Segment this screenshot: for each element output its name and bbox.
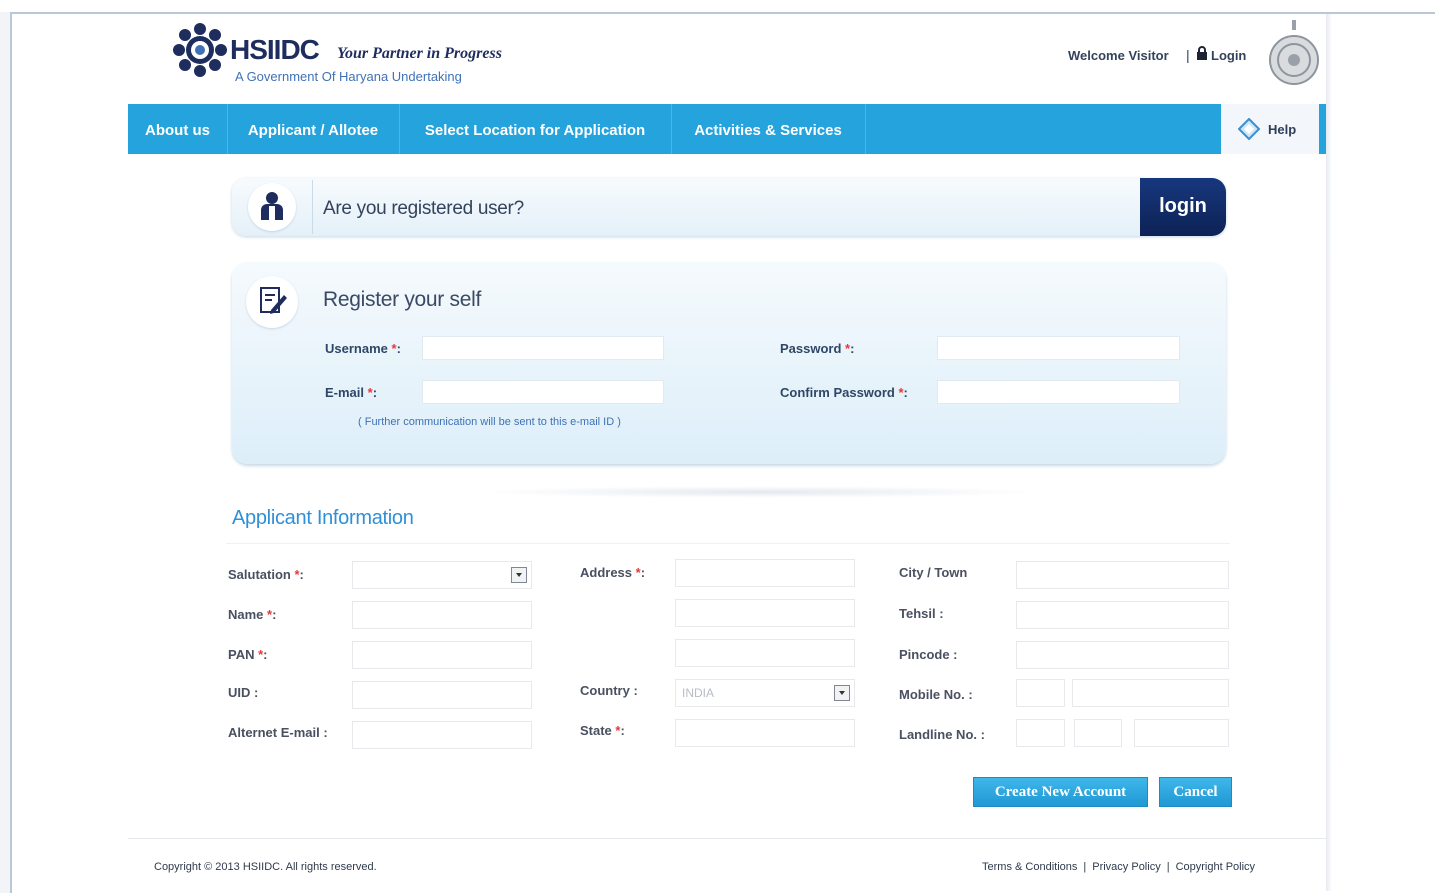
name-label-text: Name bbox=[228, 607, 264, 622]
email-input[interactable] bbox=[422, 380, 664, 404]
label-suffix: : bbox=[640, 565, 646, 580]
salutation-select[interactable] bbox=[352, 561, 532, 589]
help-accent-bar bbox=[1319, 104, 1326, 154]
confirm-password-input[interactable] bbox=[937, 380, 1180, 404]
pan-input[interactable] bbox=[352, 641, 532, 669]
footer-links: Terms & Conditions | Privacy Policy | Copyri… bbox=[982, 861, 1255, 873]
salutation-label-text: Salutation bbox=[228, 567, 291, 582]
landline-std-code-input[interactable] bbox=[1074, 719, 1122, 747]
nav-about-us[interactable]: About us bbox=[128, 104, 228, 154]
email-label-text: E-mail bbox=[325, 385, 365, 400]
pincode-label: Pincode : bbox=[899, 647, 958, 662]
username-label-text: Username bbox=[325, 341, 388, 356]
pan-label: PAN *: bbox=[228, 647, 268, 662]
cancel-button[interactable]: Cancel bbox=[1159, 777, 1232, 807]
landline-number-input[interactable] bbox=[1134, 719, 1229, 747]
mobile-code-input[interactable] bbox=[1016, 679, 1065, 707]
copyright-text: Copyright © 2013 HSIIDC. All rights rese… bbox=[154, 861, 377, 873]
privacy-policy-link[interactable]: Privacy Policy bbox=[1092, 861, 1160, 873]
landline-label: Landline No. : bbox=[899, 727, 985, 742]
address-label-text: Address bbox=[580, 565, 633, 580]
edit-form-icon bbox=[260, 287, 287, 314]
help-label: Help bbox=[1268, 122, 1297, 137]
footer-separator: | bbox=[1166, 861, 1170, 873]
country-label: Country : bbox=[580, 683, 638, 698]
create-account-button[interactable]: Create New Account bbox=[973, 777, 1148, 807]
alternate-email-input[interactable] bbox=[352, 721, 532, 749]
page-shadow bbox=[1326, 14, 1332, 891]
city-label: City / Town bbox=[899, 565, 968, 580]
brand-subtitle: A Government Of Haryana Undertaking bbox=[235, 69, 462, 84]
email-note: ( Further communication will be sent to … bbox=[358, 416, 621, 428]
help-icon bbox=[1238, 118, 1260, 140]
state-input[interactable] bbox=[675, 719, 855, 747]
register-title: Register your self bbox=[323, 288, 481, 311]
label-suffix: : bbox=[850, 341, 855, 356]
salutation-label: Salutation *: bbox=[228, 567, 304, 582]
state-label-text: State bbox=[580, 723, 612, 738]
footer-divider bbox=[128, 838, 1326, 839]
address-line1-input[interactable] bbox=[675, 559, 855, 587]
address-label: Address *: bbox=[580, 565, 645, 580]
tehsil-input[interactable] bbox=[1016, 601, 1229, 629]
chevron-down-icon[interactable] bbox=[511, 567, 527, 583]
applicant-info-title: Applicant Information bbox=[232, 507, 414, 529]
login-button[interactable]: login bbox=[1140, 178, 1226, 236]
label-suffix: : bbox=[372, 385, 378, 400]
welcome-text: Welcome Visitor bbox=[1068, 48, 1169, 63]
terms-link[interactable]: Terms & Conditions bbox=[982, 861, 1077, 873]
user-icon bbox=[261, 192, 283, 220]
label-suffix: : bbox=[903, 385, 908, 400]
label-suffix: : bbox=[263, 647, 268, 662]
header-login-link[interactable]: Login bbox=[1211, 48, 1246, 63]
city-input[interactable] bbox=[1016, 561, 1229, 589]
label-suffix: : bbox=[272, 607, 277, 622]
label-suffix: : bbox=[620, 723, 625, 738]
brand-tagline: Your Partner in Progress bbox=[337, 45, 502, 62]
section-divider bbox=[480, 486, 1040, 498]
address-line2-input[interactable] bbox=[675, 599, 855, 627]
pincode-input[interactable] bbox=[1016, 641, 1229, 669]
uid-label: UID : bbox=[228, 685, 259, 700]
registered-user-question: Are you registered user? bbox=[323, 198, 524, 219]
label-suffix: : bbox=[299, 567, 304, 582]
brand-name: HSIIDC bbox=[230, 34, 320, 65]
address-line3-input[interactable] bbox=[675, 639, 855, 667]
country-select[interactable]: INDIA bbox=[675, 679, 855, 707]
footer-separator: | bbox=[1083, 861, 1087, 873]
applicant-info-rule bbox=[226, 543, 1230, 544]
mobile-label: Mobile No. : bbox=[899, 687, 973, 702]
label-suffix: : bbox=[396, 341, 401, 356]
uid-input[interactable] bbox=[352, 681, 532, 709]
alternate-email-label: Alternet E-mail : bbox=[228, 725, 328, 740]
pan-label-text: PAN bbox=[228, 647, 255, 662]
chevron-down-icon[interactable] bbox=[834, 685, 850, 701]
username-label: Username *: bbox=[325, 341, 401, 356]
hsiidc-logo-icon[interactable] bbox=[172, 22, 228, 78]
email-label: E-mail *: bbox=[325, 385, 377, 400]
password-label-text: Password bbox=[780, 341, 842, 356]
state-label: State *: bbox=[580, 723, 625, 738]
username-input[interactable] bbox=[422, 336, 664, 360]
landline-country-code-input[interactable] bbox=[1016, 719, 1065, 747]
confirm-password-label: Confirm Password *: bbox=[780, 385, 908, 400]
nav-select-location[interactable]: Select Location for Application bbox=[399, 104, 672, 154]
haryana-emblem-icon bbox=[1269, 20, 1319, 85]
browser-top-strip bbox=[0, 0, 1435, 12]
tehsil-label: Tehsil : bbox=[899, 606, 944, 621]
login-bar-divider bbox=[312, 180, 313, 234]
copyright-policy-link[interactable]: Copyright Policy bbox=[1176, 861, 1255, 873]
confirm-password-label-text: Confirm Password bbox=[780, 385, 895, 400]
nav-applicant-allotee[interactable]: Applicant / Allotee bbox=[227, 104, 400, 154]
lock-icon bbox=[1197, 46, 1207, 60]
mobile-number-input[interactable] bbox=[1072, 679, 1229, 707]
nav-activities-services[interactable]: Activities & Services bbox=[671, 104, 866, 154]
name-label: Name *: bbox=[228, 607, 276, 622]
password-label: Password *: bbox=[780, 341, 854, 356]
header-separator: | bbox=[1186, 47, 1190, 63]
password-input[interactable] bbox=[937, 336, 1180, 360]
name-input[interactable] bbox=[352, 601, 532, 629]
